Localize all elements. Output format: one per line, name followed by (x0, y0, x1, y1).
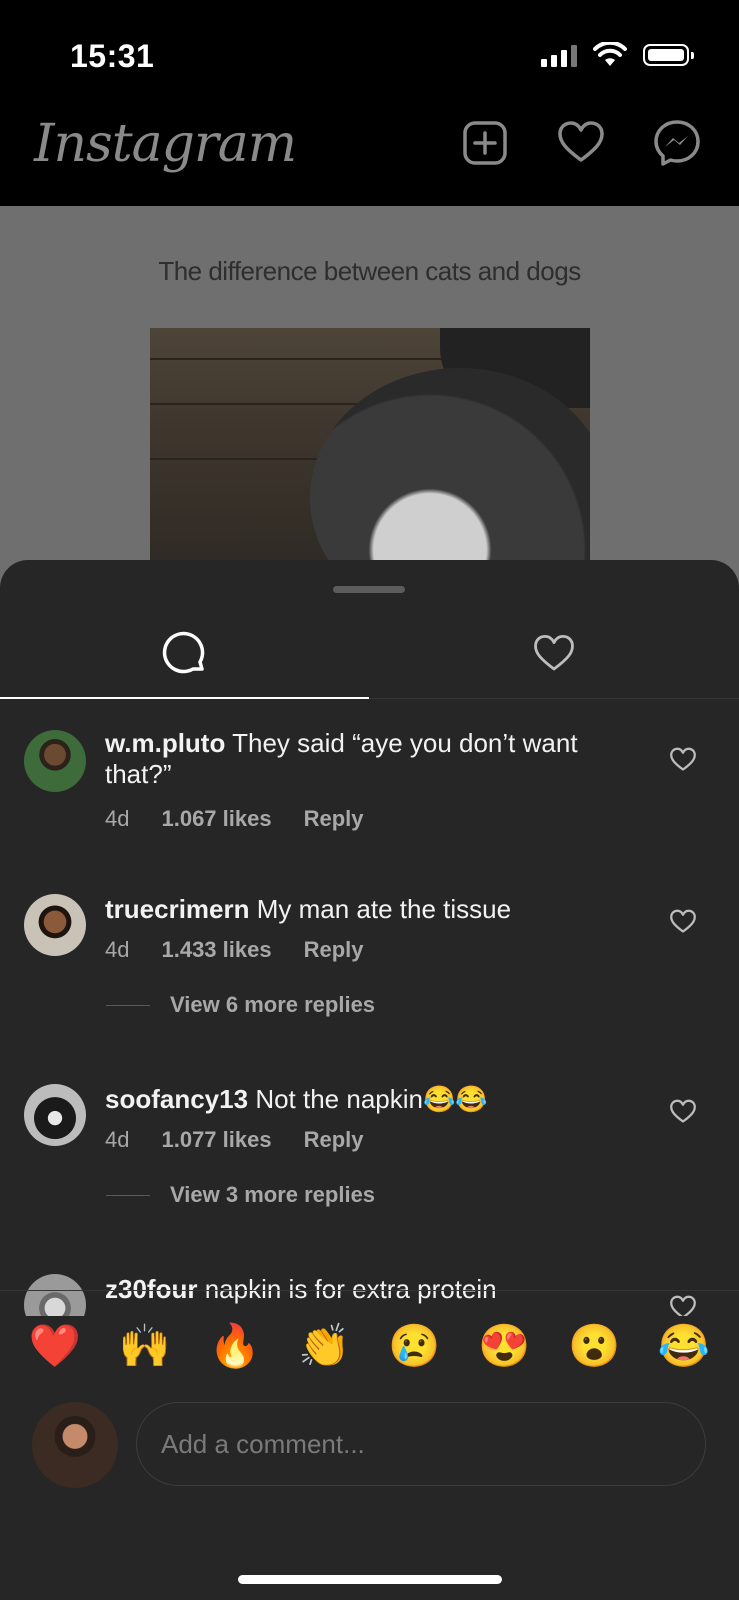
post-video (150, 328, 590, 568)
comment-body: soofancy13 Not the napkin😂😂 4d 1.077 lik… (105, 1084, 635, 1153)
heart-icon (533, 634, 574, 671)
avatar[interactable] (24, 730, 86, 792)
avatar (32, 1402, 118, 1488)
messenger-icon[interactable] (652, 118, 702, 168)
status-time: 15:31 (70, 38, 155, 74)
comment-composer (0, 1400, 739, 1500)
view-more-replies[interactable]: View 3 more replies (106, 1182, 375, 1208)
comment-age: 4d (105, 1127, 130, 1152)
reaction-heart-eyes[interactable]: 😍 (473, 1321, 535, 1371)
tab-likes[interactable] (369, 610, 738, 698)
reaction-crying[interactable]: 😢 (383, 1321, 445, 1371)
comment-input[interactable] (136, 1402, 706, 1486)
like-comment-icon[interactable] (669, 908, 697, 936)
reply-button[interactable]: Reply (304, 1127, 364, 1153)
reply-button[interactable]: Reply (304, 806, 364, 832)
add-post-icon[interactable] (460, 118, 510, 168)
like-comment-icon[interactable] (669, 746, 697, 774)
battery-icon (643, 44, 694, 66)
comments-sheet: w.m.pluto They said “aye you don’t want … (0, 560, 739, 1600)
active-tab-indicator (0, 697, 369, 699)
comment-username[interactable]: w.m.pluto (105, 728, 225, 758)
status-icons (541, 42, 694, 68)
comment-body: w.m.pluto They said “aye you don’t want … (105, 728, 635, 832)
reaction-fire[interactable]: 🔥 (204, 1321, 266, 1371)
view-more-label: View 6 more replies (170, 992, 376, 1017)
comment-username[interactable]: soofancy13 (105, 1084, 248, 1114)
post-caption: The difference between cats and dogs (158, 256, 581, 286)
avatar[interactable] (24, 1084, 86, 1146)
instagram-logo: Instagram (34, 114, 297, 174)
reaction-clapping[interactable]: 👏 (294, 1321, 356, 1371)
comment-age: 4d (105, 937, 130, 962)
view-more-label: View 3 more replies (170, 1182, 376, 1207)
sheet-tabs (0, 610, 739, 699)
comment-username[interactable]: truecrimern (105, 894, 250, 924)
comment-text: Not the napkin😂😂 (255, 1084, 488, 1114)
cat-image (310, 368, 590, 568)
post-background: The difference between cats and dogs (0, 206, 739, 606)
sheet-grabber[interactable] (333, 586, 405, 593)
wifi-icon (593, 42, 627, 66)
avatar[interactable] (24, 894, 86, 956)
signal-icon (541, 43, 577, 67)
reply-button[interactable]: Reply (304, 937, 364, 963)
quick-reactions-bar: ❤️ 🙌 🔥 👏 😢 😍 😮 😂 (0, 1290, 739, 1400)
comment-text: My man ate the tissue (256, 894, 512, 924)
comment-likes[interactable]: 1.433 likes (161, 937, 271, 963)
comment-body: truecrimern My man ate the tissue 4d 1.4… (105, 894, 635, 963)
like-comment-icon[interactable] (669, 1098, 697, 1126)
comment-likes[interactable]: 1.067 likes (161, 806, 271, 832)
view-more-replies[interactable]: View 6 more replies (106, 992, 375, 1018)
heart-icon[interactable] (556, 118, 606, 168)
app-header: Instagram (0, 110, 739, 206)
comment-bubble-icon (162, 631, 204, 674)
comment-likes[interactable]: 1.077 likes (161, 1127, 271, 1153)
home-indicator[interactable] (238, 1575, 502, 1584)
reaction-raising-hands[interactable]: 🙌 (114, 1321, 176, 1371)
reaction-laughing[interactable]: 😂 (653, 1321, 715, 1371)
reaction-heart[interactable]: ❤️ (24, 1321, 86, 1371)
status-bar: 15:31 (0, 0, 739, 110)
tab-comments[interactable] (0, 610, 369, 699)
comment-age: 4d (105, 806, 130, 831)
reaction-surprised[interactable]: 😮 (563, 1321, 625, 1371)
comments-list: w.m.pluto They said “aye you don’t want … (0, 700, 739, 1316)
